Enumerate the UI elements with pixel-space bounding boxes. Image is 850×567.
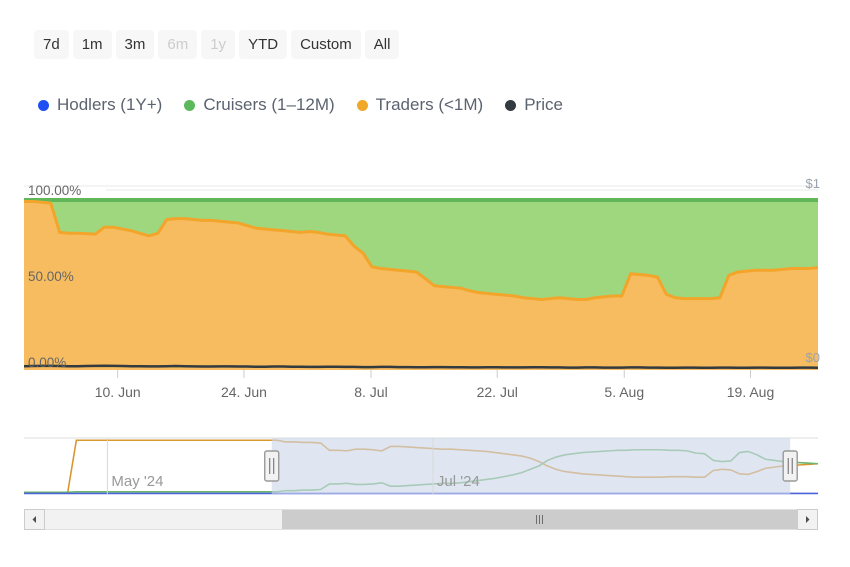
main-chart[interactable]: IntoTheBlock 0.00%50.00%100.00% $0$1 10.… <box>0 160 850 420</box>
series-layer <box>24 198 818 370</box>
navigator-selected-range[interactable] <box>272 438 790 494</box>
legend-item-label: Hodlers (1Y+) <box>57 95 162 115</box>
legend-item-label: Traders (<1M) <box>376 95 484 115</box>
navigator-axis-label: Jul '24 <box>437 473 480 490</box>
y-axis-tick-label: 0.00% <box>28 355 66 370</box>
legend-item-label: Price <box>524 95 563 115</box>
range-button-1m[interactable]: 1m <box>73 30 112 59</box>
navigator-handle-right[interactable] <box>783 451 797 481</box>
x-axis-tick-label: 24. Jun <box>221 384 267 400</box>
legend-dot-icon <box>505 100 516 111</box>
legend-item-0[interactable]: Hodlers (1Y+) <box>38 95 162 115</box>
main-chart-svg: IntoTheBlock 0.00%50.00%100.00% $0$1 10.… <box>0 160 850 420</box>
legend-item-3[interactable]: Price <box>505 95 563 115</box>
legend-dot-icon <box>357 100 368 111</box>
scroll-right-arrow-icon[interactable] <box>797 509 818 530</box>
scroll-left-arrow-icon[interactable] <box>24 509 45 530</box>
range-button-1y: 1y <box>201 30 235 59</box>
legend-item-label: Cruisers (1–12M) <box>203 95 334 115</box>
x-axis-tick-label: 5. Aug <box>604 384 644 400</box>
range-button-custom[interactable]: Custom <box>291 30 361 59</box>
legend-dot-icon <box>38 100 49 111</box>
range-button-7d[interactable]: 7d <box>34 30 69 59</box>
navigator-handle-left[interactable] <box>265 451 279 481</box>
chart-legend: Hodlers (1Y+) Cruisers (1–12M) Traders (<1… <box>38 95 563 115</box>
range-button-ytd[interactable]: YTD <box>239 30 287 59</box>
legend-item-1[interactable]: Cruisers (1–12M) <box>184 95 334 115</box>
scrollbar-thumb[interactable] <box>282 510 797 529</box>
range-selector: 7d1m3m6m1yYTDCustomAll <box>34 30 399 59</box>
navigator-axis-label: May '24 <box>111 473 163 490</box>
x-axis-tick-label: 22. Jul <box>477 384 518 400</box>
y-axis-tick-label: 50.00% <box>28 269 74 284</box>
x-axis-tick-label: 19. Aug <box>727 384 775 400</box>
x-axis: 10. Jun 24. Jun 8. Jul 22. Jul 5. Aug 19. Aug <box>95 370 775 400</box>
legend-item-2[interactable]: Traders (<1M) <box>357 95 484 115</box>
x-axis-tick-label: 8. Jul <box>354 384 387 400</box>
range-button-6m: 6m <box>158 30 197 59</box>
chart-scrollbar[interactable] <box>24 509 818 530</box>
range-button-3m[interactable]: 3m <box>116 30 155 59</box>
range-button-all[interactable]: All <box>365 30 400 59</box>
scrollbar-grip-icon <box>536 515 543 524</box>
navigator-svg: May '24 Jul '24 <box>0 432 850 502</box>
scrollbar-track[interactable] <box>45 509 797 530</box>
y2-axis-tick-label: $1 <box>806 176 820 191</box>
x-axis-tick-label: 10. Jun <box>95 384 141 400</box>
navigator[interactable]: May '24 Jul '24 <box>0 432 850 502</box>
legend-dot-icon <box>184 100 195 111</box>
y-axis-tick-label: 100.00% <box>28 183 81 198</box>
y2-axis-tick-label: $0 <box>806 350 820 365</box>
